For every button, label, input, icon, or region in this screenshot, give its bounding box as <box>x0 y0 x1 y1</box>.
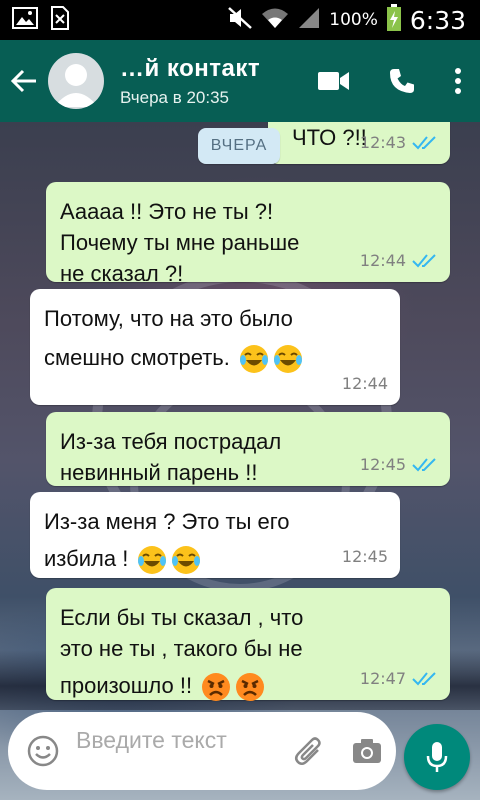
message-time: 12:44 <box>341 374 388 393</box>
double-check-read-icon <box>412 253 436 267</box>
contact-name: …й контакт <box>120 54 261 82</box>
message-text: Из-за меня ? Это ты его <box>44 509 290 534</box>
message-text: избила ! <box>44 546 129 571</box>
contact-info[interactable]: …й контакт Вчера в 20:35 <box>120 55 260 108</box>
camera-icon <box>353 739 381 763</box>
angry-face-icon <box>236 673 265 702</box>
gallery-notification-icon <box>12 6 38 34</box>
sim-card-icon <box>50 5 70 35</box>
double-check-read-icon <box>412 135 436 149</box>
clock: 6:33 <box>409 5 466 35</box>
message-time: 12:44 <box>359 251 406 270</box>
default-avatar-icon <box>54 64 98 107</box>
wifi-icon <box>261 6 289 35</box>
face-with-tears-of-joy-icon <box>172 546 201 575</box>
message-text: это не ты , такого бы не <box>60 636 303 661</box>
double-check-read-icon <box>412 671 436 685</box>
status-bar: 100% 6:33 <box>0 0 480 40</box>
video-camera-icon <box>318 72 349 90</box>
angry-face-icon <box>202 673 231 702</box>
voice-record-button[interactable] <box>404 724 470 790</box>
message-incoming[interactable]: Из-за меня ? Это ты его избила ! 12:45 <box>30 492 400 578</box>
microphone-icon <box>426 742 448 772</box>
signal-icon <box>297 6 321 35</box>
back-button[interactable] <box>2 40 46 122</box>
face-with-tears-of-joy-icon <box>239 345 268 374</box>
message-time: 12:43 <box>359 133 406 152</box>
message-text: Если бы ты сказал , что <box>60 605 304 630</box>
double-check-read-icon <box>412 457 436 471</box>
smiley-icon <box>27 735 59 767</box>
message-time: 12:45 <box>359 455 406 474</box>
voice-call-button[interactable] <box>368 40 436 122</box>
more-options-button[interactable] <box>436 40 480 122</box>
message-outgoing[interactable]: Из-за тебя пострадал невинный парень !! … <box>46 412 450 486</box>
message-text: Потому, что на это было <box>44 306 293 331</box>
face-with-tears-of-joy-icon <box>273 345 302 374</box>
phone-icon <box>390 69 414 93</box>
message-text: произошло !! <box>60 673 193 698</box>
message-text: смешно смотреть. <box>44 345 230 370</box>
message-outgoing[interactable]: Если бы ты сказал , что это не ты , тако… <box>46 588 450 702</box>
message-outgoing[interactable]: ЧТО ?!! 12:43 <box>268 122 450 164</box>
message-time: 12:45 <box>341 547 388 566</box>
date-separator: ВЧЕРА <box>198 128 280 164</box>
emoji-button[interactable] <box>14 734 72 768</box>
attach-button[interactable] <box>280 734 338 768</box>
message-outgoing[interactable]: Ааааа !! Это не ты ?! Почему ты мне рань… <box>46 182 450 286</box>
message-time: 12:47 <box>359 669 406 688</box>
chat-header: …й контакт Вчера в 20:35 <box>0 40 480 122</box>
face-with-tears-of-joy-icon <box>138 546 167 575</box>
camera-button[interactable] <box>338 738 396 764</box>
more-vert-icon <box>455 68 461 94</box>
video-call-button[interactable] <box>300 40 368 122</box>
paperclip-icon <box>295 737 321 765</box>
last-seen: Вчера в 20:35 <box>120 87 230 107</box>
message-text: Ааааа !! Это не ты ?! <box>60 199 274 224</box>
message-input[interactable] <box>72 712 280 790</box>
mute-icon <box>227 6 253 35</box>
message-incoming[interactable]: Потому, что на это было смешно смотреть.… <box>30 289 400 405</box>
back-arrow-icon <box>10 69 36 93</box>
battery-charging-icon <box>386 3 402 37</box>
chat-area[interactable]: ЧТО ?!! 12:43 ВЧЕРА Ааааа !! Это не ты ?… <box>0 122 480 800</box>
message-composer <box>8 712 396 790</box>
contact-avatar[interactable] <box>48 53 104 109</box>
battery-percent: 100% <box>329 10 378 30</box>
